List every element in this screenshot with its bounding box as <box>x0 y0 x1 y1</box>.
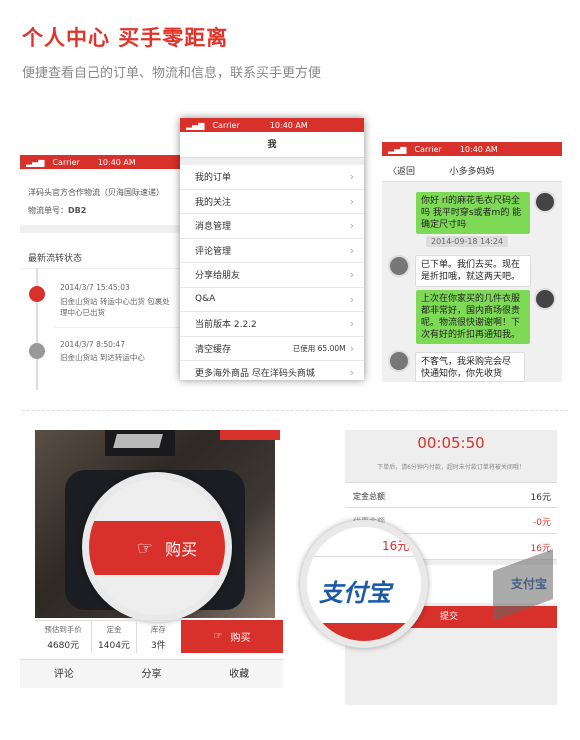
chevron-right-icon: › <box>349 366 354 380</box>
tab-comment[interactable]: 评论 <box>20 660 108 688</box>
status-bar: ▂▄▆ Carrier 10:40 AM <box>180 118 364 132</box>
chevron-right-icon: › <box>349 268 354 282</box>
menu-item[interactable]: 分享给朋友 › <box>180 263 364 288</box>
page-subtitle: 便捷查看自己的订单、物流和信息，联系买手更方便 <box>22 66 322 81</box>
event-time: 2014/3/7 8:50:47 <box>60 340 125 349</box>
chat-title: 小多多妈妈 <box>449 167 495 177</box>
handshake-icon: ☞ <box>213 631 223 642</box>
menu-item[interactable]: 清空缓存 已使用 65.00M › <box>180 336 364 361</box>
profile-menu-screen: ▂▄▆ Carrier 10:40 AM 我 我的订单 › 我的关注 › 消息管理 › 评论… <box>180 118 364 380</box>
handshake-icon: ☞ <box>136 537 154 559</box>
tab-bar: 评论 分享 收藏 <box>20 659 283 688</box>
avatar <box>388 255 410 277</box>
event-time: 2014/3/7 15:45:03 <box>60 283 130 292</box>
chevron-right-icon: › <box>349 292 354 306</box>
menu-item-label: 评论管理 <box>195 246 232 257</box>
product-screen: ☞ 购买 预估到手价 4680元 定金 1404元 库存 3件 ☞ 购买 评论 … <box>20 430 283 688</box>
total-row: 定金总额 16元 <box>345 482 557 508</box>
buy-button[interactable]: ☞ 购买 <box>181 620 283 653</box>
page-title: 个人中心 买手零距离 <box>22 26 229 50</box>
chevron-right-icon: › <box>349 194 354 208</box>
chat-screen: ▂▄▆ Carrier 10:40 AM 〈返回 小多多妈妈 你好 rl的麻花毛… <box>382 142 562 382</box>
stat-cell: 定金 1404元 <box>92 621 137 653</box>
magnifier-lens: ☞ 购买 <box>82 472 232 622</box>
avatar <box>388 350 410 372</box>
status-dot <box>29 343 45 359</box>
menu-item-label: Q&A <box>195 294 216 305</box>
submit-button[interactable]: 提交 <box>400 606 557 628</box>
tracking-number: 物流单号：DB2 <box>28 206 87 215</box>
event-text: 旧金山货站 转运中心出货 包裹处理中心已出货 <box>60 297 170 317</box>
signal-icon: ▂▄▆ <box>388 144 407 154</box>
avatar <box>534 288 556 310</box>
buy-overlay-button: ☞ 购买 <box>89 521 225 575</box>
menu-list: 我的订单 › 我的关注 › 消息管理 › 评论管理 › 分享给朋友 › Q&A › 当前版本 2.2.2… <box>180 165 364 380</box>
chat-message-sent: 上次在你家买的几件衣服都非常好，国内商场很贵呢。物流很快谢谢啊！下次有好的折扣再… <box>416 290 530 344</box>
status-dot-active <box>29 286 45 302</box>
tab-favorite[interactable]: 收藏 <box>195 660 283 688</box>
menu-item[interactable]: 更多海外商品 尽在洋码头商城 › <box>180 361 364 380</box>
logo-plate <box>113 434 163 448</box>
event-text: 旧金山货站 到达转运中心 <box>60 353 145 362</box>
section-title: 最新流转状态 <box>28 254 83 264</box>
menu-item[interactable]: 评论管理 › <box>180 238 364 263</box>
price-stats: 预估到手价 4680元 定金 1404元 库存 3件 <box>35 620 180 653</box>
logistics-screen: ▂▄▆ Carrier 10:40 AM 洋码头官方合作物流（贝海国际速递） 物… <box>20 155 180 390</box>
nav-title: 我 <box>180 132 364 158</box>
signal-icon: ▂▄▆ <box>26 157 45 167</box>
chevron-right-icon: › <box>349 317 354 331</box>
avatar <box>534 191 556 213</box>
menu-item-label: 当前版本 2.2.2 <box>195 320 257 331</box>
menu-item[interactable]: Q&A › <box>180 287 364 312</box>
logistics-company: 洋码头官方合作物流（贝海国际速递） <box>28 188 164 197</box>
chat-message-sent: 你好 rl的麻花毛衣尺码全吗 我平时穿s或者m的 能确定尺寸吗 <box>416 192 530 234</box>
chevron-right-icon: › <box>349 219 354 233</box>
chevron-right-icon: › <box>349 341 354 355</box>
menu-item-label: 更多海外商品 尽在洋码头商城 <box>195 369 315 380</box>
payment-notice: 下单后，请6分钟内付款，超时未付款订单将被关闭哦！ <box>377 464 525 471</box>
menu-item-label: 分享给朋友 <box>195 271 241 282</box>
status-bar: ▂▄▆ Carrier 10:40 AM <box>20 155 180 169</box>
menu-item[interactable]: 当前版本 2.2.2 › <box>180 312 364 337</box>
chat-message-received: 已下单。我们去买。现在是折扣哦，就这两天吧。 <box>415 255 531 287</box>
menu-item[interactable]: 我的关注 › <box>180 189 364 214</box>
menu-item-label: 消息管理 <box>195 222 232 233</box>
tab-share[interactable]: 分享 <box>108 660 196 688</box>
status-bar: ▂▄▆ Carrier 10:40 AM <box>382 142 562 156</box>
countdown-timer: 00:05:50 <box>417 434 485 452</box>
menu-item-label: 我的订单 <box>195 173 232 184</box>
stat-cell: 库存 3件 <box>150 625 166 651</box>
menu-item-value: 已使用 65.00M <box>292 343 346 353</box>
alipay-logo: 支付宝 <box>319 579 391 607</box>
section-divider <box>22 410 568 411</box>
chat-message-received: 不客气，我采购完会尽快通知你，你先收货 <box>415 352 525 382</box>
chevron-right-icon: › <box>349 243 354 257</box>
menu-item[interactable]: 我的订单 › <box>180 165 364 190</box>
chevron-right-icon: › <box>349 170 354 184</box>
menu-item-label: 清空缓存 <box>195 344 232 355</box>
magnifier-lens: 16元 支付宝 <box>300 520 428 648</box>
menu-item-label: 我的关注 <box>195 197 232 208</box>
chat-date: 2014-09-18 14:24 <box>426 236 509 247</box>
stat-cell: 预估到手价 4680元 <box>35 621 93 653</box>
signal-icon: ▂▄▆ <box>186 120 205 130</box>
menu-item[interactable]: 消息管理 › <box>180 214 364 239</box>
